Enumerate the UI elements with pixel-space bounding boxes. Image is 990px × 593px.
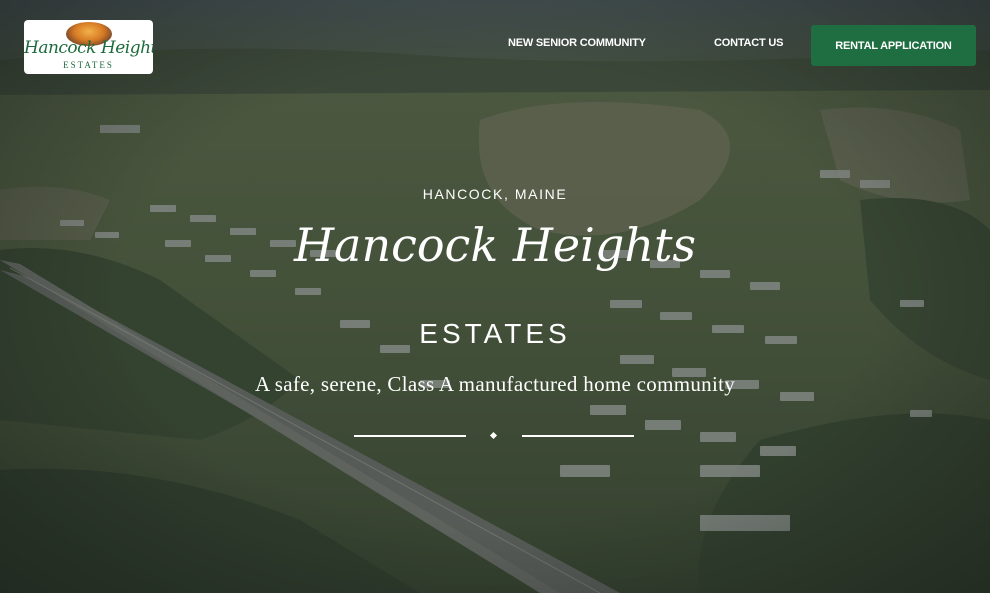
site-logo[interactable]: Hancock Heights ESTATES: [24, 20, 153, 74]
nav-link-new-senior-community[interactable]: NEW SENIOR COMMUNITY: [508, 37, 646, 49]
logo-sub-text: ESTATES: [63, 60, 114, 70]
rental-application-button[interactable]: RENTAL APPLICATION: [811, 25, 976, 66]
nav-link-contact-us[interactable]: CONTACT US: [714, 37, 783, 49]
hero-subtitle: ESTATES: [419, 318, 571, 349]
divider-line-left: [354, 435, 466, 437]
logo-script-text: Hancock Heights: [24, 38, 153, 58]
hero-location: HANCOCK, MAINE: [422, 186, 568, 202]
hero-script-title: Hancock Heights: [293, 218, 697, 272]
hero-tagline: A safe, serene, Class A manufactured hom…: [254, 372, 736, 396]
hero-dark-overlay: [0, 0, 990, 593]
rental-application-label: RENTAL APPLICATION: [835, 39, 952, 52]
divider-line-right: [522, 435, 634, 437]
hero-section: Hancock Heights ESTATES NEW SENIOR COMMU…: [0, 0, 990, 593]
